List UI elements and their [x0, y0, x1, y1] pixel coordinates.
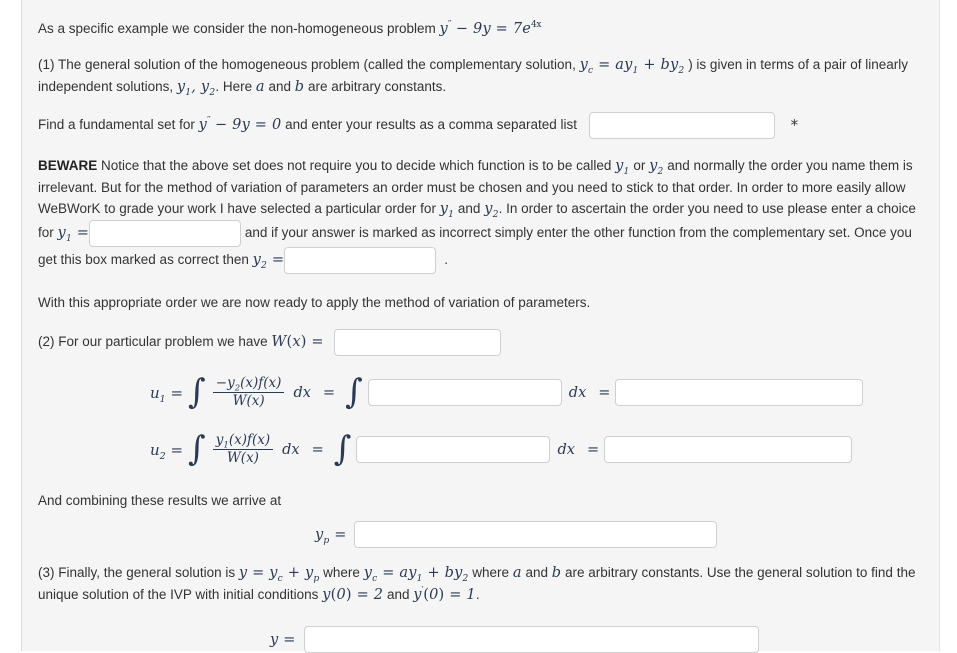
part3-text-3: where — [472, 565, 510, 580]
part1-line2d: are arbitrary constants. — [308, 79, 447, 94]
part3-text-1: Finally, the general solution is — [58, 565, 236, 580]
intro-equation: y′′ − 9y = 7e4x — [439, 20, 542, 37]
yc-formula: yc = ay1 + by2 — [363, 565, 469, 584]
final-answer-row: y = — [270, 626, 921, 653]
part1-line2b: . Here — [215, 79, 253, 94]
yp-label: yp = — [315, 526, 347, 546]
beware-y1-symbol-2: y1 — [439, 201, 455, 220]
intro-text: As a specific example we consider the no… — [38, 21, 436, 36]
beware-paragraph: BEWARE Notice that the above set does no… — [38, 155, 921, 274]
fundamental-equation: y′′ − 9y = 0 — [198, 116, 282, 134]
part3-constant-b: b — [551, 565, 562, 581]
integral-sign-icon-2: ∫ — [345, 371, 363, 412]
u1-equals-1: = — [322, 384, 336, 401]
u1-dx-1: dx — [293, 384, 311, 401]
u2-equation-row: u2 = ∫ y1(x)f(x) W(x) dx = ∫ dx = — [150, 421, 921, 478]
u2-dx-2: dx — [557, 441, 575, 458]
part2-prompt: For our particular problem we have — [58, 334, 268, 350]
u2-numerator: y1(x)f(x) — [215, 432, 271, 451]
integral-sign-icon-4: ∫ — [333, 428, 352, 469]
beware-y2-symbol-2: y2 — [484, 201, 499, 220]
part2-label: (2) — [38, 334, 55, 350]
fundamental-prompt-a: Find a fundamental set for — [38, 117, 195, 133]
part1-line2c: and — [268, 79, 292, 94]
y1-choice-input[interactable] — [89, 220, 242, 247]
required-asterisk: * — [790, 116, 799, 134]
beware-period: . — [444, 252, 448, 268]
u1-dx-2: dx — [568, 384, 587, 401]
constant-a: a — [255, 79, 265, 95]
problem-panel: As a specific example we consider the no… — [21, 0, 940, 653]
final-answer-input[interactable] — [303, 626, 759, 653]
yp-row: yp = — [315, 521, 921, 548]
u1-denominator: W(x) — [232, 393, 265, 409]
part3-label: (3) — [38, 565, 55, 580]
u1-equation-row: u1 = ∫ −y2(x)f(x) W(x) dx = ∫ dx = — [150, 364, 921, 421]
intro-paragraph: As a specific example we consider the no… — [38, 18, 921, 40]
part3-paragraph: (3) Finally, the general solution is y =… — [38, 562, 921, 606]
u2-label: u2 = — [150, 440, 184, 462]
u2-dx-1: dx — [282, 441, 300, 458]
part3-text-2: where — [323, 565, 360, 580]
u2-equals-2: = — [586, 441, 600, 458]
u1-label: u1 = — [150, 383, 184, 405]
wronskian-input[interactable] — [333, 329, 501, 356]
beware-y2-symbol: y2 — [649, 158, 664, 177]
beware-heading: BEWARE — [38, 158, 98, 173]
u2-integrand-input[interactable] — [356, 436, 551, 463]
integral-sign-icon-3: ∫ — [188, 428, 206, 469]
wronskian-symbol: W(x) = — [271, 334, 324, 351]
u2-equals-1: = — [311, 441, 324, 458]
part3-period: . — [475, 587, 480, 602]
combining-text: And combining these results we arrive at — [38, 493, 282, 508]
u2-denominator: W(x) — [226, 450, 259, 466]
u2-result-input[interactable] — [604, 436, 853, 463]
u1-fraction: −y2(x)f(x) W(x) — [212, 375, 285, 409]
final-y-label: y = — [270, 631, 296, 648]
u1-integrand-input[interactable] — [367, 379, 562, 406]
beware-text-1: Notice that the above set does not requi… — [101, 158, 612, 173]
part3-text-4: and — [525, 565, 548, 580]
constant-b: b — [294, 79, 305, 95]
beware-text-4: and — [457, 201, 481, 216]
y2-choice-input[interactable] — [284, 247, 437, 274]
integral-sign-icon: ∫ — [188, 371, 206, 412]
part1-paragraph: (1) The general solution of the homogene… — [38, 54, 921, 98]
beware-y1-symbol: y1 — [615, 158, 630, 177]
fundamental-prompt-b: and enter your results as a comma separa… — [285, 117, 578, 133]
general-solution-formula: y = yc + yp — [238, 565, 320, 584]
initial-condition-2: y′(0) = 1 — [413, 586, 476, 603]
u1-numerator: −y2(x)f(x) — [215, 375, 282, 394]
u1-result-input[interactable] — [615, 379, 864, 406]
problem-page: As a specific example we consider the no… — [0, 0, 957, 653]
u1-equals-2: = — [598, 384, 611, 401]
solution-symbols: y1, y2 — [176, 79, 216, 98]
initial-condition-1: y(0) = 2 — [322, 587, 384, 603]
fundamental-set-row: Find a fundamental set for y′′ − 9y = 0 … — [38, 112, 921, 139]
transition-paragraph: With this appropriate order we are now r… — [38, 295, 591, 310]
beware-y1-label: y1 = — [57, 225, 90, 244]
wronskian-row: (2) For our particular problem we have W… — [38, 329, 921, 356]
part1-label: (1) — [38, 57, 55, 72]
beware-y2-label: y2 = — [252, 252, 285, 271]
part3-constant-a: a — [512, 565, 522, 581]
yp-input[interactable] — [353, 521, 717, 548]
fundamental-set-input[interactable] — [588, 112, 775, 139]
u2-fraction: y1(x)f(x) W(x) — [212, 432, 274, 466]
beware-text-2: or — [633, 158, 646, 173]
part1-line1a: The general solution of the homogeneous … — [58, 57, 576, 72]
part3-text-6: and — [386, 587, 410, 602]
part1-line1b: ) is given in terms of a pair of — [688, 57, 862, 72]
complementary-solution-formula: yc = ay1 + by2 — [579, 57, 685, 76]
